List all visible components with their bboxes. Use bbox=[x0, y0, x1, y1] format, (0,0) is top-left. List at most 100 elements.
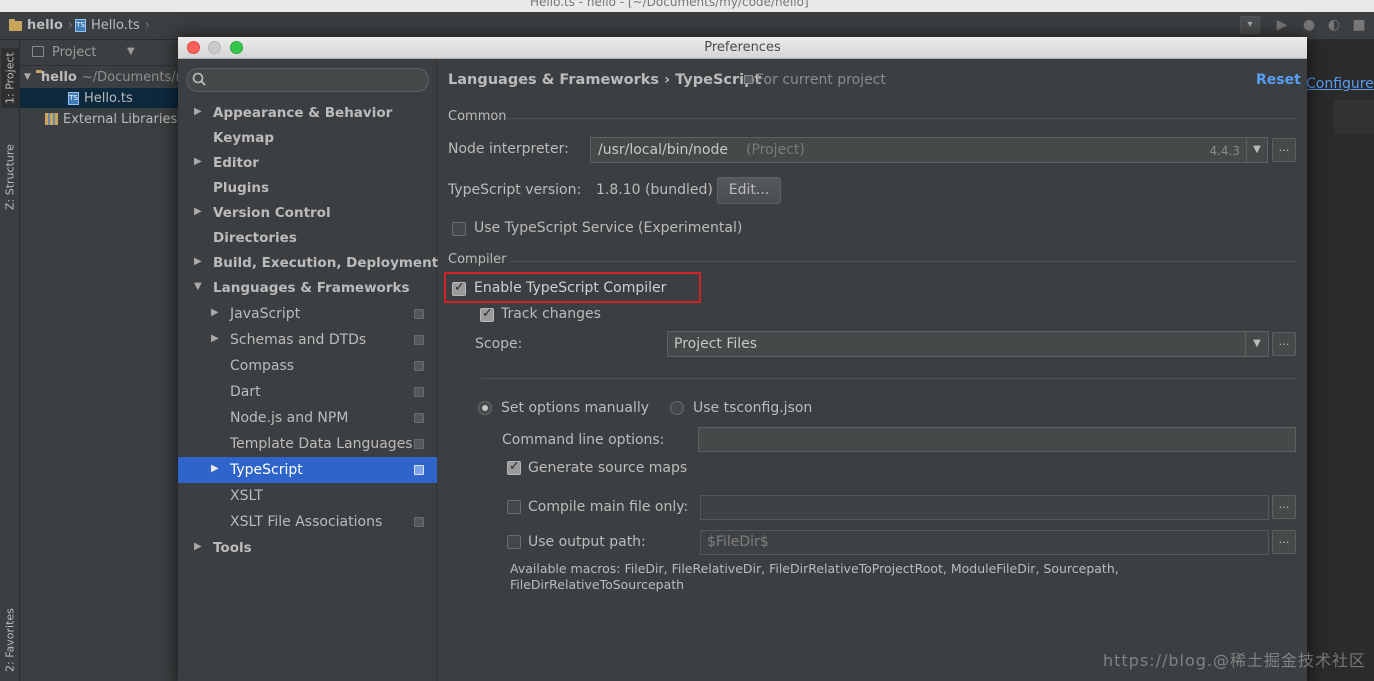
compiler-section-header: Compiler bbox=[448, 252, 507, 267]
sidebar-item-javascript[interactable]: ▶ JavaScript bbox=[178, 301, 437, 327]
sidebar-item-directories[interactable]: Directories bbox=[178, 225, 437, 251]
tree-root-name: hello bbox=[40, 69, 77, 85]
node-interpreter-dropdown[interactable]: ▼ bbox=[1246, 137, 1268, 163]
track-changes-label: Track changes bbox=[501, 306, 601, 322]
sidebar-item-dart[interactable]: Dart bbox=[178, 379, 437, 405]
sidebar-item-languages-frameworks[interactable]: ▼ Languages & Frameworks bbox=[178, 275, 437, 301]
project-level-icon bbox=[414, 439, 424, 449]
node-interpreter-label: Node interpreter: bbox=[448, 141, 569, 157]
sidebar-item-typescript[interactable]: ▶ TypeScript bbox=[178, 457, 437, 483]
available-macros-line-1: Available macros: FileDir, FileRelativeD… bbox=[510, 561, 1119, 576]
breadcrumb-project[interactable]: hello › bbox=[9, 18, 73, 33]
tree-root-folder[interactable]: ▼ hello ~/Documents/my/code/hello bbox=[20, 67, 178, 87]
node-interpreter-browse-button[interactable]: … bbox=[1272, 138, 1296, 162]
use-output-path-label: Use output path: bbox=[528, 534, 646, 550]
watermark: https://blog.@稀土掘金技术社区 bbox=[1103, 651, 1366, 670]
track-changes-checkbox[interactable] bbox=[480, 306, 494, 322]
sidebar-item-tools[interactable]: ▶ Tools bbox=[178, 535, 437, 561]
scope-dropdown[interactable]: ▼ bbox=[1245, 331, 1269, 357]
chevron-down-icon: ▼ bbox=[1253, 144, 1261, 155]
reset-link[interactable]: Reset bbox=[1256, 72, 1301, 88]
expand-arrow-icon[interactable]: ▶ bbox=[211, 307, 219, 318]
breadcrumb-file[interactable]: TS Hello.ts › bbox=[75, 18, 150, 33]
expand-arrow-icon[interactable]: ▶ bbox=[211, 463, 219, 474]
sidebar-item-label: XSLT File Associations bbox=[230, 514, 383, 530]
project-level-icon bbox=[414, 361, 424, 371]
sidebar-item-schemas-dtds[interactable]: ▶ Schemas and DTDs bbox=[178, 327, 437, 353]
sidebar-item-template-data-languages[interactable]: Template Data Languages bbox=[178, 431, 437, 457]
node-interpreter-scope: (Project) bbox=[746, 142, 805, 158]
edit-version-button[interactable]: Edit... bbox=[717, 177, 781, 204]
project-view-selector[interactable]: Project bbox=[52, 45, 96, 60]
project-level-icon bbox=[414, 517, 424, 527]
sidebar-item-xslt[interactable]: XSLT bbox=[178, 483, 437, 509]
expand-arrow-icon[interactable]: ▶ bbox=[211, 333, 219, 344]
sidebar-item-nodejs-npm[interactable]: Node.js and NPM bbox=[178, 405, 437, 431]
sidebar-item-label: XSLT bbox=[230, 488, 263, 504]
compile-main-file-input[interactable] bbox=[700, 495, 1269, 520]
editor-area[interactable] bbox=[1307, 40, 1374, 681]
sidebar-item-plugins[interactable]: Plugins bbox=[178, 175, 437, 201]
stop-icon[interactable]: ■ bbox=[1351, 17, 1367, 33]
sidebar-item-version-control[interactable]: ▶ Version Control bbox=[178, 200, 437, 226]
configure-link[interactable]: Configure bbox=[1306, 76, 1374, 92]
tree-file-item[interactable]: TS Hello.ts bbox=[20, 88, 178, 108]
coverage-icon[interactable]: ◐ bbox=[1326, 17, 1342, 33]
command-line-options-label: Command line options: bbox=[502, 432, 665, 448]
expand-arrow-icon[interactable]: ▶ bbox=[194, 206, 202, 217]
settings-breadcrumb: Languages & Frameworks › TypeScript bbox=[448, 72, 762, 88]
compile-main-file-checkbox[interactable] bbox=[507, 500, 521, 514]
scope-value: Project Files bbox=[674, 336, 758, 352]
scope-browse-button[interactable]: … bbox=[1272, 332, 1296, 356]
use-output-path-checkbox[interactable] bbox=[507, 535, 521, 549]
expand-arrow-icon[interactable]: ▶ bbox=[194, 156, 202, 167]
scope-note: For current project bbox=[744, 72, 886, 88]
typescript-file-icon: TS bbox=[68, 91, 79, 105]
output-path-browse-button[interactable]: … bbox=[1272, 530, 1296, 554]
project-tool-tab[interactable]: 1: Project bbox=[1, 48, 19, 108]
sidebar-item-editor[interactable]: ▶ Editor bbox=[178, 150, 437, 176]
output-path-input[interactable]: $FileDir$ bbox=[700, 530, 1269, 555]
debug-icon[interactable]: ● bbox=[1301, 17, 1317, 33]
use-typescript-service-checkbox[interactable] bbox=[452, 222, 466, 236]
expand-arrow-icon[interactable]: ▶ bbox=[194, 106, 202, 117]
sidebar-item-label: Version Control bbox=[213, 205, 331, 221]
sidebar-item-label: Schemas and DTDs bbox=[230, 332, 367, 348]
available-macros-line-2: FileDirRelativeToSourcepath bbox=[510, 577, 685, 592]
options-divider bbox=[481, 378, 1296, 379]
use-tsconfig-radio[interactable] bbox=[670, 401, 684, 415]
structure-tool-tab[interactable]: Z: Structure bbox=[1, 132, 19, 222]
os-window-titlebar: Hello.ts - hello - [~/Documents/my/code/… bbox=[0, 0, 1374, 12]
annotation-highlight-box bbox=[444, 272, 701, 303]
expand-arrow-icon[interactable]: ▼ bbox=[24, 72, 31, 82]
expand-arrow-icon[interactable]: ▶ bbox=[194, 256, 202, 267]
favorites-tool-tab-label: 2: Favorites bbox=[3, 608, 17, 673]
structure-tool-tab-label: Z: Structure bbox=[3, 144, 17, 210]
settings-search-input[interactable] bbox=[186, 68, 429, 92]
compile-main-file-browse-button[interactable]: … bbox=[1272, 495, 1296, 519]
command-line-options-input[interactable] bbox=[698, 427, 1296, 452]
run-icon[interactable]: ▶ bbox=[1274, 17, 1290, 33]
sidebar-item-build-execution-deployment[interactable]: ▶ Build, Execution, Deployment bbox=[178, 250, 438, 276]
sidebar-item-label: Appearance & Behavior bbox=[213, 105, 393, 121]
sidebar-item-keymap[interactable]: Keymap bbox=[178, 125, 437, 151]
project-panel-header[interactable]: Project ▼ bbox=[20, 40, 178, 66]
sidebar-item-label: Languages & Frameworks bbox=[213, 280, 410, 296]
sidebar-item-xslt-file-associations[interactable]: XSLT File Associations bbox=[178, 509, 437, 535]
chevron-down-icon[interactable]: ▼ bbox=[127, 46, 135, 57]
set-options-manually-radio[interactable] bbox=[478, 401, 492, 415]
sidebar-item-label: Compass bbox=[230, 358, 295, 374]
sidebar-item-compass[interactable]: Compass bbox=[178, 353, 437, 379]
favorites-tool-tab[interactable]: 2: Favorites bbox=[1, 600, 19, 681]
compile-main-file-label: Compile main file only: bbox=[528, 499, 689, 515]
node-interpreter-combobox[interactable]: /usr/local/bin/node (Project) 4.4.3 bbox=[590, 137, 1247, 163]
generate-source-maps-checkbox[interactable] bbox=[507, 459, 521, 475]
sidebar-item-appearance-behavior[interactable]: ▶ Appearance & Behavior bbox=[178, 100, 437, 126]
expand-arrow-icon[interactable]: ▶ bbox=[194, 541, 202, 552]
breadcrumb-file-label: Hello.ts bbox=[91, 18, 140, 33]
collapse-arrow-icon[interactable]: ▼ bbox=[194, 281, 202, 292]
preferences-dialog-titlebar[interactable]: Preferences bbox=[178, 37, 1307, 59]
scope-combobox[interactable]: Project Files bbox=[667, 331, 1246, 357]
tree-external-libraries[interactable]: External Libraries bbox=[20, 109, 178, 129]
run-config-dropdown[interactable]: ▾ bbox=[1240, 16, 1260, 34]
